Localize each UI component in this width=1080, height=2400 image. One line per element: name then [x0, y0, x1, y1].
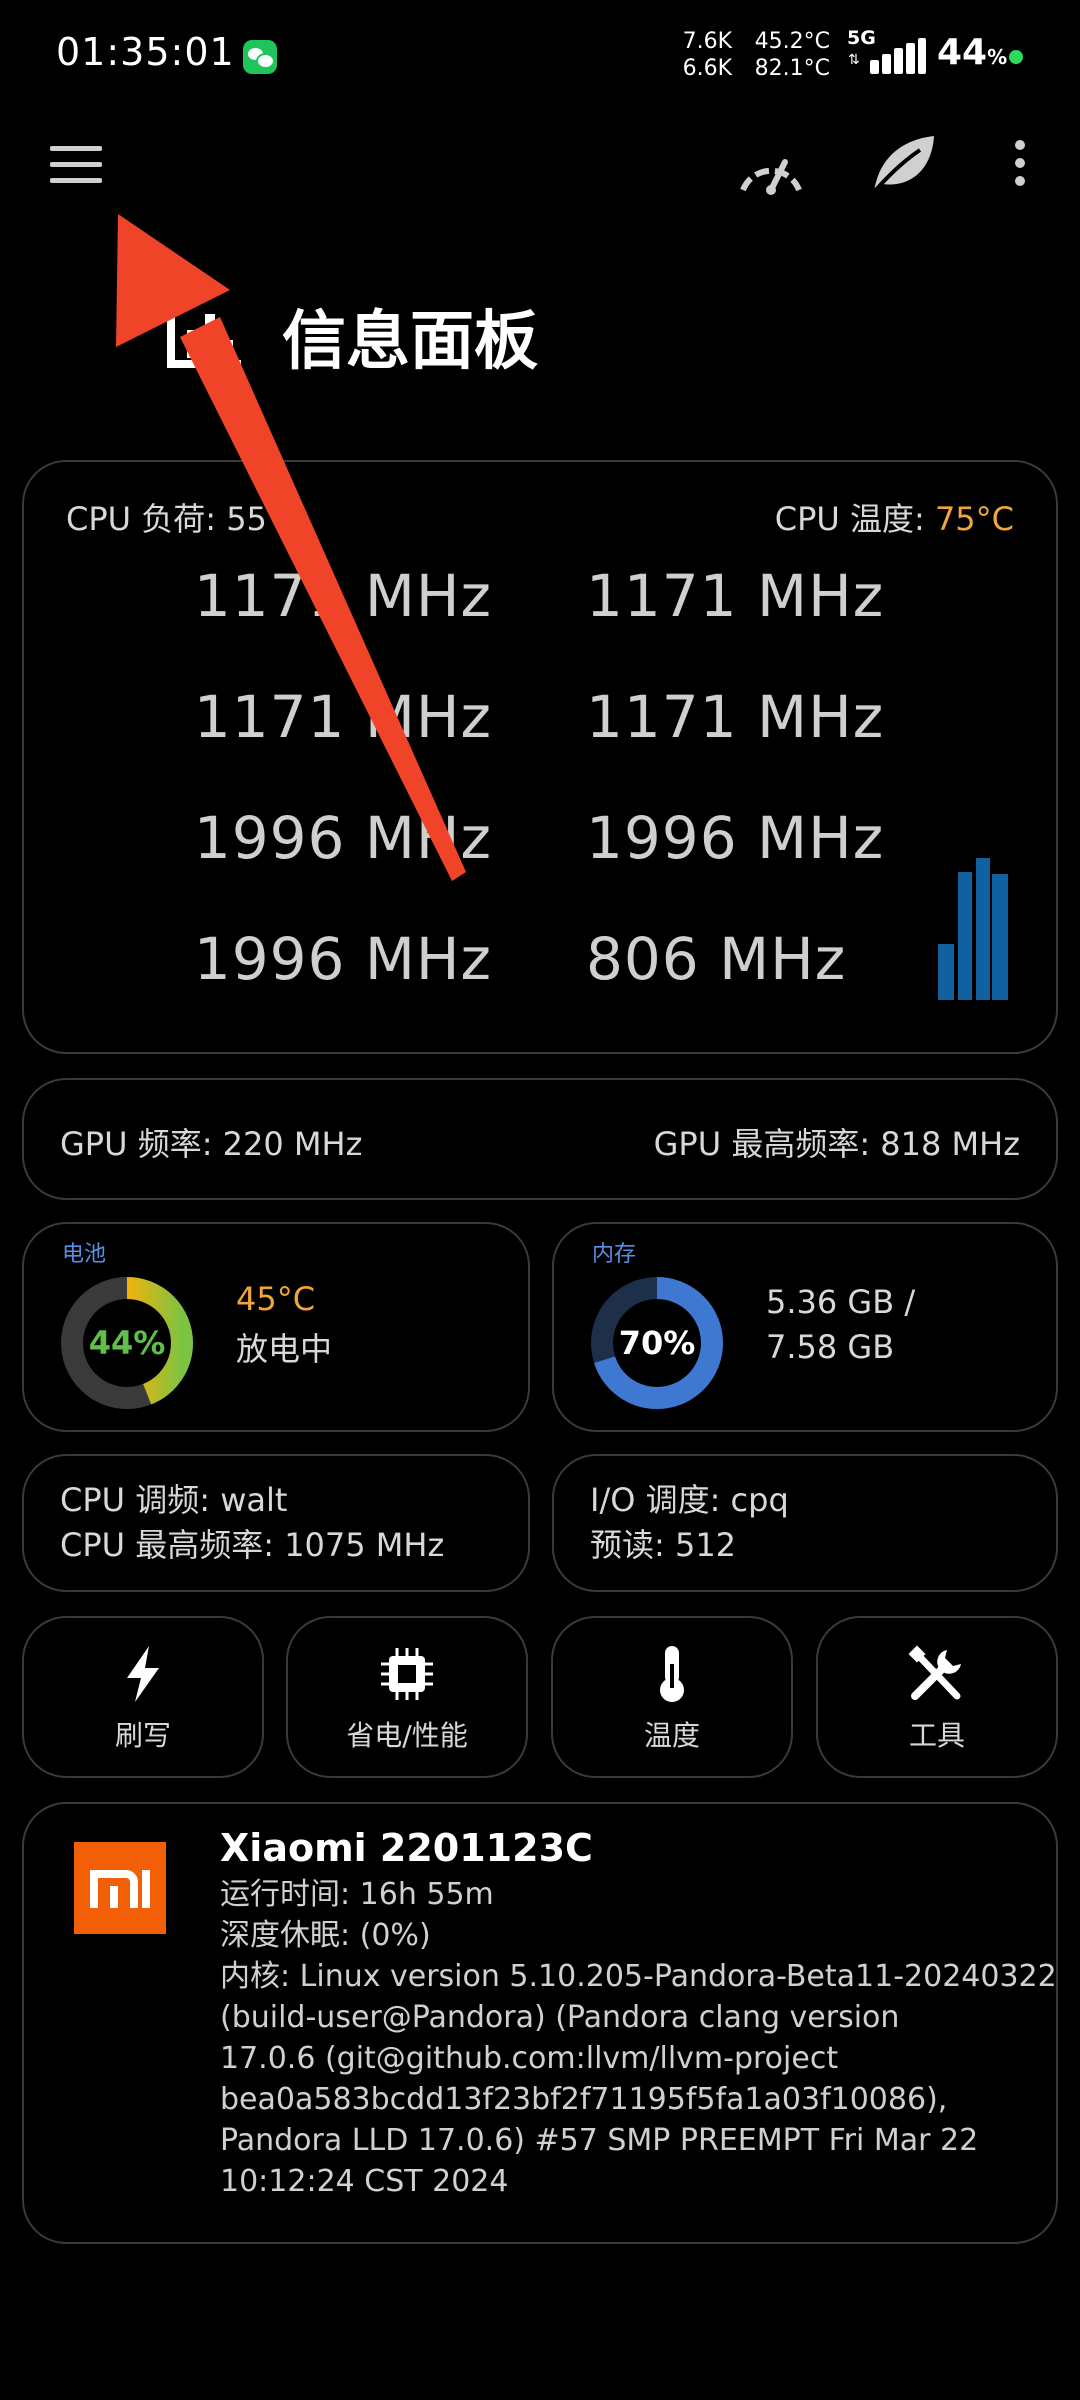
memory-used: 5.36 GB / — [766, 1283, 916, 1321]
cpu-load: CPU 负荷: 55 — [66, 500, 267, 538]
cpu-core-freq: 1996 MHz — [193, 925, 492, 993]
cpu-governor-info: CPU 调频: walt CPU 最高频率: 1075 MHz — [60, 1478, 444, 1568]
battery-percent: 44% — [937, 32, 1008, 73]
cpu-core-freq: 1171 MHz — [586, 562, 885, 630]
chip-icon — [377, 1644, 437, 1704]
xiaomi-logo-icon — [74, 1842, 166, 1934]
wechat-notification-icon — [243, 40, 277, 74]
data-activity-icon: ⇅ — [848, 52, 860, 68]
cpu-core-freq: 1171 MHz — [193, 683, 492, 751]
device-name: Xiaomi 2201123C — [220, 1826, 593, 1870]
cpu-max-freq: CPU 最高频率: 1075 MHz — [60, 1526, 445, 1564]
kernel-line: 10:12:24 CST 2024 — [220, 2164, 509, 2199]
net-up-speed: 7.6K — [682, 29, 732, 54]
deep-sleep: 深度休眠: (0%) — [220, 1918, 431, 1953]
tools-icon — [907, 1644, 967, 1704]
kernel-line: 内核: Linux version 5.10.205-Pandora-Beta1… — [220, 1959, 1057, 1994]
kernel-line: bea0a583bcdd13f23bf2f71195f5fa1a03f10086… — [220, 2082, 948, 2117]
tile-tools-label: 工具 — [908, 1719, 965, 1752]
speedometer-icon[interactable] — [735, 140, 807, 196]
memory-label: 内存 — [592, 1242, 637, 1267]
leaf-icon[interactable] — [868, 132, 938, 196]
cpu-usage-chart — [938, 858, 1012, 1000]
more-vert-icon[interactable] — [1010, 138, 1030, 188]
status-time: 01:35:01 — [56, 30, 235, 74]
gpu-freq: GPU 频率: 220 MHz — [60, 1125, 363, 1163]
cpu-governor: CPU 调频: walt — [60, 1481, 288, 1519]
memory-total: 7.58 GB — [766, 1328, 895, 1366]
device-details: 运行时间: 16h 55m 深度休眠: (0%) 内核: Linux versi… — [220, 1874, 1057, 2202]
memory-percent-text: 70% — [618, 1324, 696, 1362]
memory-usage: 5.36 GB / 7.58 GB — [766, 1280, 915, 1370]
kernel-line: Pandora LLD 17.0.6) #57 SMP PREEMPT Fri … — [220, 2123, 979, 2158]
tile-power-performance-label: 省电/性能 — [346, 1719, 468, 1752]
cpu-core-freq: 806 MHz — [586, 925, 847, 993]
battery-label: 电池 — [62, 1242, 107, 1267]
status-temps: 45.2°C 82.1°C — [745, 28, 830, 82]
io-scheduler-info: I/O 调度: cpq 预读: 512 — [590, 1478, 789, 1568]
battery-temp: 45°C — [236, 1280, 316, 1318]
page-title: 信息面板 — [282, 305, 538, 379]
status-temp-1: 45.2°C — [754, 29, 830, 54]
status-temp-2: 82.1°C — [754, 56, 830, 81]
hamburger-menu-icon[interactable] — [50, 146, 102, 184]
signal-strength-icon — [870, 38, 926, 74]
network-speed: 7.6K 6.6K — [670, 28, 732, 82]
read-ahead: 预读: 512 — [590, 1526, 737, 1564]
cpu-temp: CPU 温度: 75°C — [774, 500, 1014, 538]
kernel-line: (build-user@Pandora) (Pandora clang vers… — [220, 2000, 900, 2035]
cpu-core-freq: 1996 MHz — [586, 804, 885, 872]
tile-flash-label: 刷写 — [114, 1719, 171, 1752]
thermometer-icon — [642, 1644, 702, 1704]
net-down-speed: 6.6K — [682, 56, 732, 81]
privacy-indicator-dot — [1009, 50, 1023, 64]
cpu-card[interactable] — [22, 460, 1058, 1054]
cpu-core-freq: 1996 MHz — [193, 804, 492, 872]
kernel-line: 17.0.6 (git@github.com:llvm/llvm-project — [220, 2041, 839, 2076]
cpu-core-freq: 1171 MHz — [193, 562, 492, 630]
cpu-temp-value: 75°C — [934, 500, 1014, 538]
lightning-icon — [113, 1644, 173, 1704]
dashboard-chart-icon — [165, 300, 243, 370]
gpu-max-freq: GPU 最高频率: 818 MHz — [653, 1125, 1020, 1163]
tile-temperature-label: 温度 — [643, 1719, 700, 1752]
battery-state: 放电中 — [236, 1330, 333, 1368]
cpu-core-freq: 1171 MHz — [586, 683, 885, 751]
io-scheduler: I/O 调度: cpq — [590, 1481, 789, 1519]
battery-percent-text: 44% — [88, 1324, 166, 1362]
uptime: 运行时间: 16h 55m — [220, 1877, 494, 1912]
